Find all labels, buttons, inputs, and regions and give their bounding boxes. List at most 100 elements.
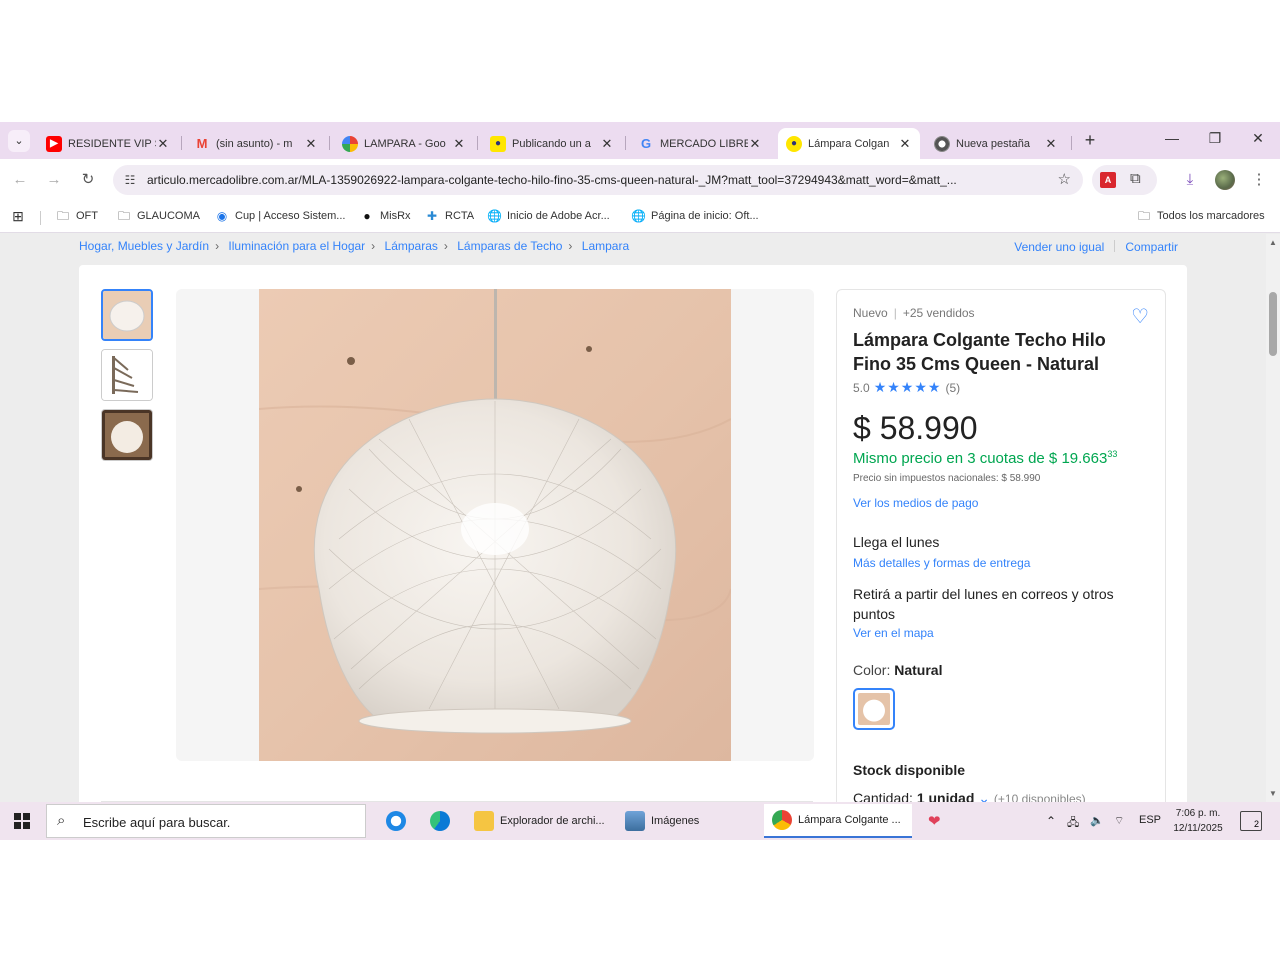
breadcrumb: Hogar, Muebles y Jardín › Iluminación par…: [79, 239, 630, 253]
chevron-up-icon[interactable]: ⌃: [1046, 814, 1056, 828]
bookmark-label: MisRx: [380, 210, 411, 222]
adobe-pdf-icon[interactable]: A: [1100, 172, 1116, 188]
tab-title: Publicando un a: [512, 137, 591, 150]
bookmark-glaucoma[interactable]: 🗀 GLAUCOMA: [117, 209, 200, 223]
product-card: Nuevo | +25 vendidos ♡ Lámpara Colgante Te…: [79, 265, 1187, 802]
back-button[interactable]: ←: [10, 170, 30, 190]
tab-lampara-colgante[interactable]: ● Lámpara Colgan ✕: [778, 128, 920, 159]
url-text[interactable]: articulo.mercadolibre.com.ar/MLA-1359026…: [147, 173, 1047, 187]
bookmark-label: GLAUCOMA: [137, 210, 200, 222]
close-icon[interactable]: ✕: [156, 136, 170, 152]
tab-title: MERCADO LIBRE: [660, 137, 748, 150]
edge-icon: [430, 811, 450, 831]
rating[interactable]: 5.0 ★★★★★ (5): [853, 379, 1149, 396]
gmail-icon: M: [196, 135, 208, 151]
new-tab-button[interactable]: +: [1079, 130, 1101, 152]
thumbnail-3[interactable]: [101, 409, 153, 461]
thumbnail-2[interactable]: [101, 349, 153, 401]
tab-nueva-pestana[interactable]: Nueva pestaña ✕: [926, 128, 1066, 159]
shipping-details-link[interactable]: Más detalles y formas de entrega: [853, 556, 1149, 570]
taskbar-file-explorer[interactable]: Explorador de archi...: [466, 804, 611, 838]
images-icon: [625, 811, 645, 831]
forward-button[interactable]: →: [44, 170, 64, 190]
tab-lampara-photos[interactable]: LAMPARA - Goo ✕: [334, 128, 474, 159]
more-menu-icon[interactable]: ⋮: [1249, 170, 1269, 190]
misrx-icon: ●: [363, 209, 371, 223]
page-scrollbar[interactable]: ▲ ▼: [1266, 234, 1280, 802]
taskbar-pinned-app[interactable]: ❤: [920, 804, 949, 838]
tab-title: LAMPARA - Goo: [364, 137, 446, 150]
tab-strip: ⌄ ▶ RESIDENTE VIP S ✕ M (sin asunto) - m…: [0, 122, 1280, 159]
tab-mercado-libre-search[interactable]: G MERCADO LIBRE ✕: [630, 128, 770, 159]
clock[interactable]: 7:06 p. m. 12/11/2025: [1165, 806, 1231, 836]
color-swatch-natural[interactable]: [853, 688, 895, 730]
download-icon[interactable]: ⤓: [1180, 170, 1200, 190]
close-window-button[interactable]: ✕: [1246, 130, 1270, 150]
language-indicator[interactable]: ESP: [1139, 814, 1161, 826]
taskbar-search-input[interactable]: ⌕ Escribe aquí para buscar.: [46, 804, 366, 838]
tab-gmail[interactable]: M (sin asunto) - m ✕: [186, 128, 326, 159]
product-main-image[interactable]: [259, 289, 731, 761]
taskbar-edge[interactable]: [422, 804, 464, 838]
thumbnail-1[interactable]: [101, 289, 153, 341]
scroll-up-icon[interactable]: ▲: [1269, 238, 1277, 247]
bookmark-misrx[interactable]: ● MisRx: [360, 209, 411, 223]
globe-icon: 🌐: [631, 209, 646, 223]
heart-icon[interactable]: ♡: [1131, 304, 1149, 329]
google-icon: G: [640, 135, 652, 151]
photos-icon: [342, 135, 358, 152]
network-icon[interactable]: 🖧: [1067, 814, 1079, 833]
extensions-icon[interactable]: ⧉: [1130, 170, 1141, 187]
mercadolibre-icon: ●: [786, 135, 802, 152]
scroll-down-icon[interactable]: ▼: [1269, 789, 1277, 798]
product-title: Lámpara Colgante Techo Hilo Fino 35 Cms …: [853, 330, 1106, 374]
site-info-icon[interactable]: ☷: [121, 171, 139, 189]
notification-icon[interactable]: 2: [1240, 811, 1262, 831]
apps-icon[interactable]: ⊞: [11, 209, 31, 223]
breadcrumb-item[interactable]: Hogar, Muebles y Jardín: [79, 239, 209, 253]
windows-start-icon[interactable]: [14, 813, 30, 829]
breadcrumb-item[interactable]: Lampara: [582, 239, 629, 253]
taskbar-ie[interactable]: [378, 804, 420, 838]
scroll-thumb[interactable]: [1269, 292, 1277, 356]
bookmark-star-icon[interactable]: ☆: [1058, 170, 1071, 188]
all-bookmarks[interactable]: 🗀 Todos los marcadores: [1137, 209, 1265, 223]
tab-search-button[interactable]: ⌄: [8, 130, 30, 152]
bookmark-pagina-inicio[interactable]: 🌐 Página de inicio: Oft...: [631, 209, 759, 223]
breadcrumb-item[interactable]: Lámparas: [385, 239, 438, 253]
close-icon[interactable]: ✕: [600, 136, 614, 152]
taskbar-chrome[interactable]: Lámpara Colgante ...: [764, 804, 912, 838]
close-icon[interactable]: ✕: [748, 136, 762, 152]
close-icon[interactable]: ✕: [1044, 136, 1058, 152]
minimize-button[interactable]: —: [1160, 130, 1184, 150]
tab-title: RESIDENTE VIP S: [68, 137, 156, 150]
browser-toolbar: ← → ↻ ☷ articulo.mercadolibre.com.ar/MLA…: [0, 159, 1280, 201]
payment-methods-link[interactable]: Ver los medios de pago: [853, 496, 1149, 510]
close-icon[interactable]: ✕: [898, 136, 912, 152]
volume-icon[interactable]: 🔈: [1090, 814, 1104, 827]
address-bar[interactable]: ☷ articulo.mercadolibre.com.ar/MLA-13590…: [113, 165, 1083, 195]
share-link[interactable]: Compartir: [1125, 240, 1178, 254]
reload-button[interactable]: ↻: [78, 170, 98, 190]
profile-avatar[interactable]: [1215, 170, 1235, 190]
close-icon[interactable]: ✕: [452, 136, 466, 152]
breadcrumb-item[interactable]: Lámparas de Techo: [457, 239, 562, 253]
bookmark-label: Inicio de Adobe Acr...: [507, 210, 610, 222]
youtube-icon: ▶: [46, 135, 62, 152]
bookmark-cup[interactable]: ◉ Cup | Acceso Sistem...: [215, 209, 346, 223]
breadcrumb-item[interactable]: Iluminación para el Hogar: [228, 239, 365, 253]
map-link[interactable]: Ver en el mapa: [853, 626, 1149, 640]
close-icon[interactable]: ✕: [304, 136, 318, 152]
taskbar-images[interactable]: Imágenes: [617, 804, 757, 838]
rcta-icon: ✚: [426, 209, 438, 223]
bookmark-adobe[interactable]: 🌐 Inicio de Adobe Acr...: [487, 209, 610, 223]
restore-button[interactable]: ❐: [1203, 130, 1227, 150]
sell-similar-link[interactable]: Vender uno igual: [1014, 240, 1104, 254]
bookmark-rcta[interactable]: ✚ RCTA: [425, 209, 474, 223]
tab-publicando[interactable]: ● Publicando un a ✕: [482, 128, 622, 159]
wifi-icon[interactable]: ⌔: [1114, 814, 1124, 828]
quantity-selector[interactable]: Cantidad: 1 unidad ⌄ (+10 disponibles): [853, 790, 1149, 802]
tab-residente[interactable]: ▶ RESIDENTE VIP S ✕: [38, 128, 178, 159]
price: $ 58.990: [853, 410, 978, 446]
bookmark-oft[interactable]: 🗀 OFT: [56, 209, 98, 223]
